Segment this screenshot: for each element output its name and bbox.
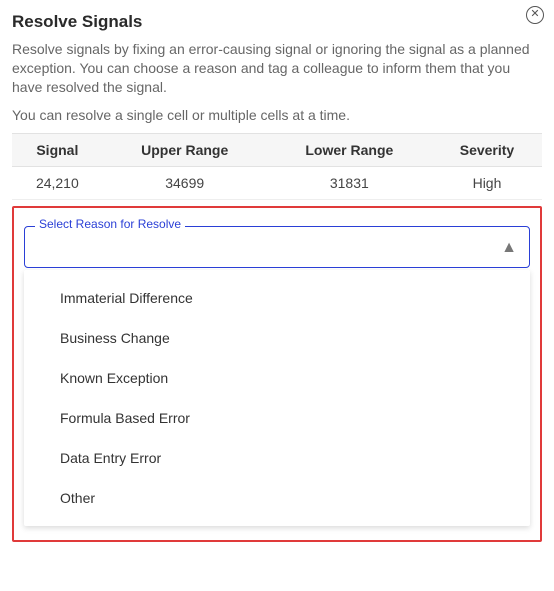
chevron-up-icon: ▲ [501, 239, 517, 257]
reason-select[interactable]: Select Reason for Resolve ▲ [24, 226, 530, 268]
reason-select-label: Select Reason for Resolve [35, 217, 185, 231]
resolve-signals-dialog: ✕ Resolve Signals Resolve signals by fix… [0, 0, 554, 562]
signals-table: Signal Upper Range Lower Range Severity … [12, 133, 542, 200]
reason-select-value [37, 240, 501, 256]
option-business-change[interactable]: Business Change [24, 318, 530, 358]
reason-highlight-box: Select Reason for Resolve ▲ Immaterial D… [12, 206, 542, 542]
col-signal: Signal [12, 133, 103, 166]
dialog-title: Resolve Signals [12, 12, 542, 32]
cell-lower-range: 31831 [267, 166, 432, 199]
col-severity: Severity [432, 133, 542, 166]
cell-signal: 24,210 [12, 166, 103, 199]
option-other[interactable]: Other [24, 478, 530, 518]
col-upper-range: Upper Range [103, 133, 267, 166]
close-icon[interactable]: ✕ [526, 6, 544, 24]
cell-severity: High [432, 166, 542, 199]
table-header-row: Signal Upper Range Lower Range Severity [12, 133, 542, 166]
dialog-subdescription: You can resolve a single cell or multipl… [12, 107, 542, 123]
reason-dropdown: Immaterial Difference Business Change Kn… [24, 270, 530, 526]
cell-upper-range: 34699 [103, 166, 267, 199]
option-formula-based-error[interactable]: Formula Based Error [24, 398, 530, 438]
col-lower-range: Lower Range [267, 133, 432, 166]
dialog-description: Resolve signals by fixing an error-causi… [12, 40, 542, 97]
option-known-exception[interactable]: Known Exception [24, 358, 530, 398]
table-row: 24,210 34699 31831 High [12, 166, 542, 199]
reason-select-input[interactable]: ▲ [25, 227, 529, 267]
option-data-entry-error[interactable]: Data Entry Error [24, 438, 530, 478]
option-immaterial-difference[interactable]: Immaterial Difference [24, 278, 530, 318]
